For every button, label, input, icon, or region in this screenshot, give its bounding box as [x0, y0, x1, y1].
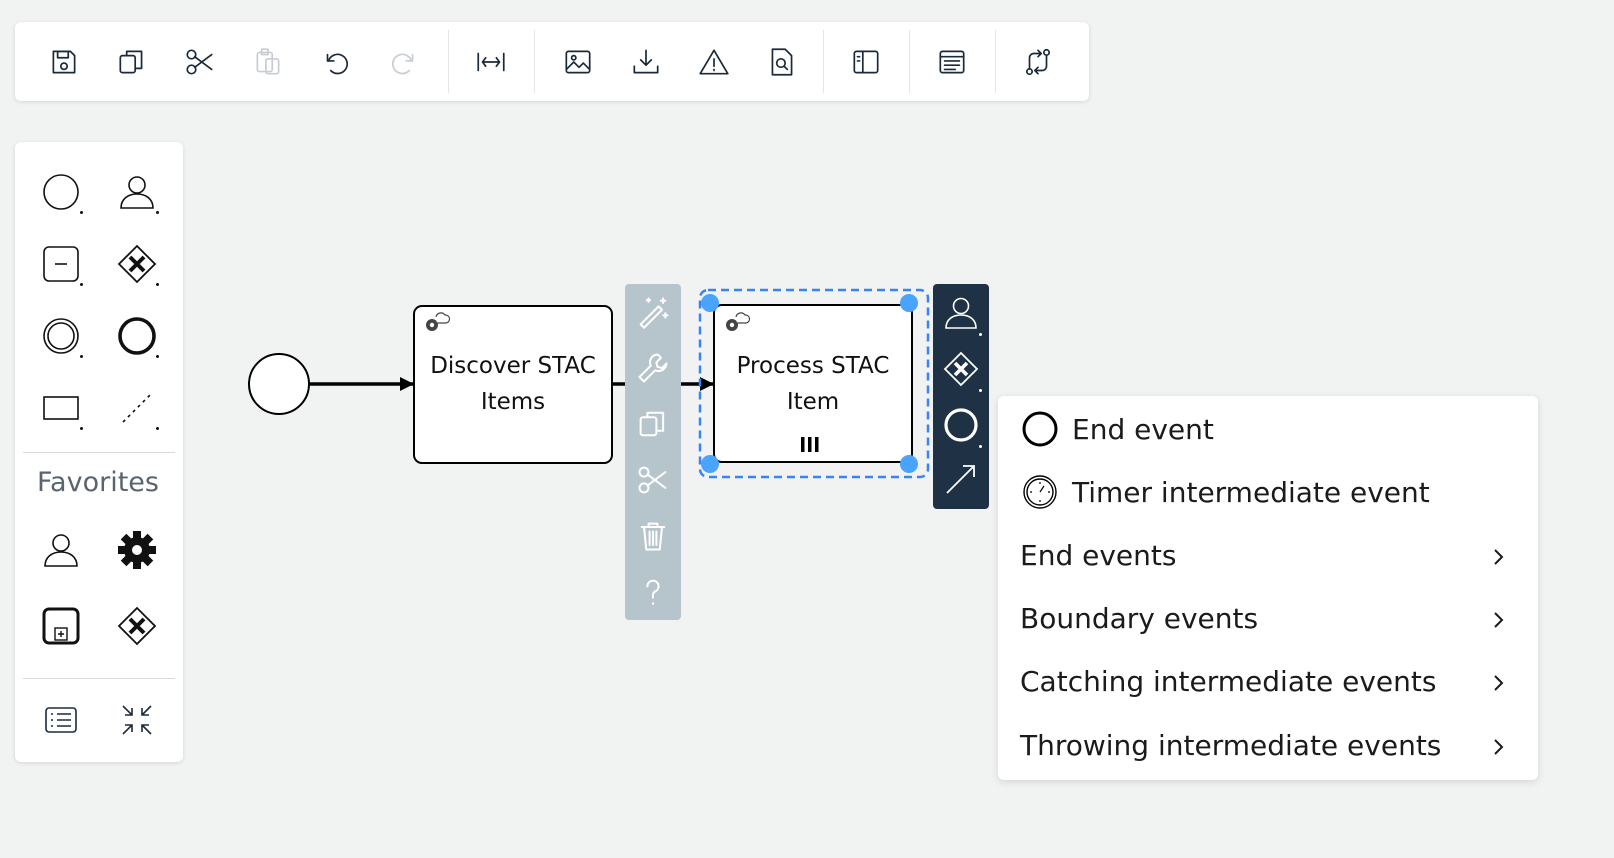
magic-wand-icon[interactable] — [631, 288, 675, 336]
task-label: Discover STAC Items — [414, 348, 612, 420]
wrench-icon[interactable] — [631, 344, 675, 392]
trash-icon[interactable] — [631, 512, 675, 560]
start-event[interactable] — [248, 353, 310, 415]
connect-arrow[interactable] — [938, 454, 984, 504]
append-user-task[interactable] — [938, 288, 984, 338]
menu-item-end-event[interactable]: End event — [998, 398, 1538, 460]
append-end-event[interactable] — [938, 400, 984, 450]
task-label-line: Discover STAC — [430, 353, 596, 379]
menu-item-label: Catching intermediate events — [1020, 664, 1437, 698]
chevron-right-icon — [1486, 669, 1510, 693]
resize-handle-sw[interactable] — [701, 455, 719, 473]
more-dot — [979, 445, 982, 448]
help-icon[interactable] — [631, 568, 675, 616]
menu-item-boundary-events[interactable]: Boundary events — [998, 587, 1538, 649]
chevron-right-icon — [1486, 543, 1510, 567]
arrow-icon — [946, 465, 975, 494]
menu-item-throwing-intermediate-events[interactable]: Throwing intermediate events — [998, 714, 1538, 776]
user-icon — [945, 297, 977, 329]
context-pad — [625, 284, 681, 620]
multi-instance-marker-icon — [801, 437, 819, 452]
cut-icon[interactable] — [631, 456, 675, 504]
chevron-right-icon — [1486, 606, 1510, 630]
append-pad — [933, 284, 989, 509]
menu-item-label: Boundary events — [1020, 601, 1259, 635]
timer-icon — [1020, 472, 1060, 512]
append-popup-menu: End event Timer intermediate event End e… — [998, 396, 1538, 780]
chevron-right-icon — [1486, 733, 1510, 757]
menu-item-label: Timer intermediate event — [1072, 475, 1430, 509]
gateway-icon — [943, 351, 979, 387]
menu-item-label: End events — [1020, 538, 1177, 572]
more-dot — [979, 389, 982, 392]
menu-item-timer-intermediate-event[interactable]: Timer intermediate event — [998, 461, 1538, 523]
more-dot — [979, 333, 982, 336]
task-label: Process STAC Item — [714, 348, 912, 420]
menu-item-end-events[interactable]: End events — [998, 524, 1538, 586]
end-event-icon — [944, 408, 978, 442]
task-label-line: Process STAC — [736, 353, 890, 379]
task-label-line: Item — [786, 389, 840, 415]
resize-handle-se[interactable] — [900, 455, 918, 473]
end-event-icon — [1020, 409, 1060, 449]
resize-handle-ne[interactable] — [900, 294, 918, 312]
menu-item-label: Throwing intermediate events — [1020, 728, 1442, 762]
menu-item-label: End event — [1072, 412, 1214, 446]
append-gateway[interactable] — [938, 344, 984, 394]
copy-icon[interactable] — [631, 400, 675, 448]
task-label-line: Items — [480, 389, 546, 415]
resize-handle-nw[interactable] — [701, 294, 719, 312]
menu-item-catching-intermediate-events[interactable]: Catching intermediate events — [998, 650, 1538, 712]
